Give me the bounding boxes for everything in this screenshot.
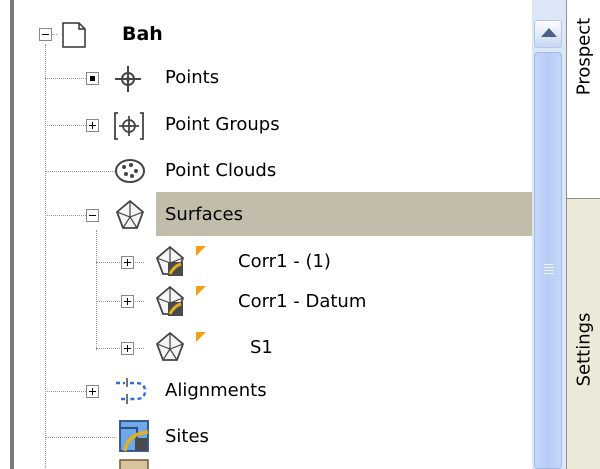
points-icon xyxy=(115,66,141,92)
expand-toggle-alignments[interactable] xyxy=(86,385,99,398)
tree-item-label: Point Clouds xyxy=(165,160,277,181)
sites-icon xyxy=(119,420,149,452)
surface-icon xyxy=(115,199,145,229)
tree-item-surfaces[interactable]: Surfaces xyxy=(165,195,243,235)
point-groups-icon xyxy=(114,112,144,140)
tree-hline xyxy=(45,78,92,79)
tree-item-label: Alignments xyxy=(165,380,267,401)
thumb-grip xyxy=(544,270,554,271)
tree-hline xyxy=(96,301,144,302)
expand-toggle-s1[interactable] xyxy=(121,342,134,355)
tree-left-border xyxy=(10,0,14,469)
tree-item-label: Surfaces xyxy=(165,204,243,225)
tree-item-s1[interactable]: S1 xyxy=(250,328,273,368)
tab-label: Prospect xyxy=(573,17,594,96)
point-clouds-icon xyxy=(115,159,145,183)
tab-settings[interactable]: Settings xyxy=(567,199,600,469)
thumb-grip xyxy=(544,267,554,268)
tree-item-corr1-1[interactable]: Corr1 - (1) xyxy=(238,242,331,282)
tree-item-label: Bah xyxy=(122,23,163,45)
alignment-icon xyxy=(116,378,147,404)
tree-item-label: Points xyxy=(165,67,220,88)
tree-hline xyxy=(96,262,144,263)
tree-item-label: Point Groups xyxy=(165,114,280,135)
tree-item-corr1-datum[interactable]: Corr1 - Datum xyxy=(238,282,366,322)
points-state-indicator xyxy=(86,72,99,85)
chevron-up-icon xyxy=(541,28,557,37)
vertical-scrollbar[interactable] xyxy=(532,0,566,469)
expand-toggle-point-groups[interactable] xyxy=(86,119,99,132)
scroll-thumb[interactable] xyxy=(534,52,562,469)
tree-item-label: Sites xyxy=(165,426,209,447)
tree-item-label: Corr1 - Datum xyxy=(238,291,367,312)
tree-hline xyxy=(45,171,115,172)
tree-hline xyxy=(45,215,92,216)
surface-corridor-icon xyxy=(155,285,206,316)
tree-hline xyxy=(45,125,92,126)
tab-label: Settings xyxy=(573,312,594,387)
expand-toggle-corr1-1[interactable] xyxy=(121,256,134,269)
tree-item-label: Corr1 - (1) xyxy=(238,251,331,272)
tree-hline xyxy=(45,391,92,392)
surface-icon xyxy=(155,331,206,361)
prospector-tree[interactable]: Bah Points Point Groups Point Clouds Sur… xyxy=(0,0,532,469)
tree-hline xyxy=(45,437,115,438)
tree-item-alignments[interactable]: Alignments xyxy=(165,371,267,411)
tree-line-surfaces xyxy=(96,230,97,350)
tree-item-label: S1 xyxy=(250,337,273,358)
surface-corridor-icon xyxy=(155,245,206,276)
tree-line-root xyxy=(45,44,46,469)
thumb-grip xyxy=(544,264,554,265)
tree-item-points[interactable]: Points xyxy=(165,58,219,98)
tree-item-point-clouds[interactable]: Point Clouds xyxy=(165,151,276,191)
tree-item-bah[interactable]: Bah xyxy=(122,14,163,54)
drawing-document-icon xyxy=(62,22,86,48)
tree-item-point-groups[interactable]: Point Groups xyxy=(165,105,280,145)
collapse-toggle-surfaces[interactable] xyxy=(86,209,99,222)
thumb-grip xyxy=(544,273,554,274)
expand-toggle-corr1-datum[interactable] xyxy=(121,295,134,308)
tab-prospect[interactable]: Prospect xyxy=(567,0,600,199)
collapse-toggle-bah[interactable] xyxy=(39,28,52,41)
scroll-up-button[interactable] xyxy=(534,20,562,48)
panel-tab-strip: Prospect Settings xyxy=(566,0,600,469)
partial-item-icon xyxy=(119,459,149,469)
tree-item-sites[interactable]: Sites xyxy=(165,417,209,457)
tree-hline xyxy=(96,348,144,349)
